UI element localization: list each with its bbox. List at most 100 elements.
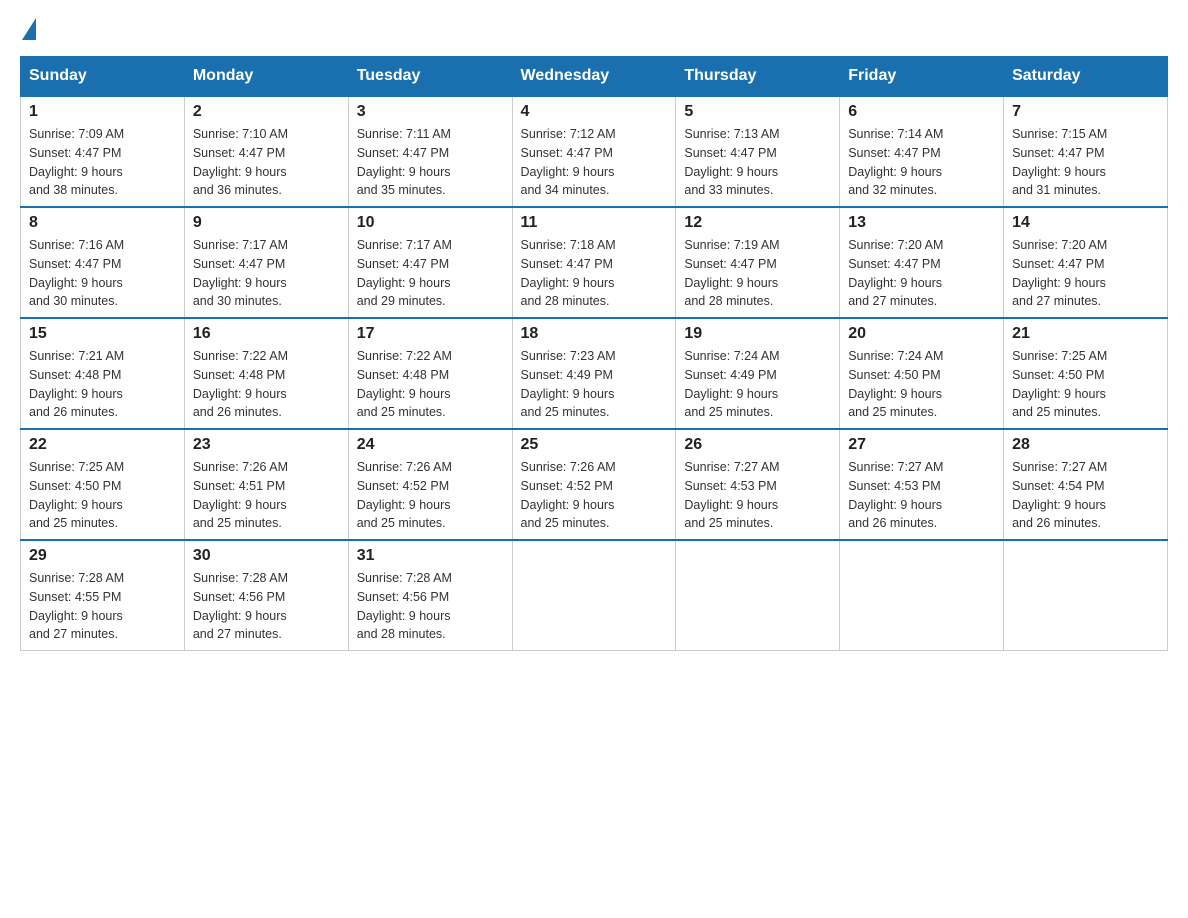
calendar-cell: 11 Sunrise: 7:18 AMSunset: 4:47 PMDayligh… [512,207,676,318]
day-number: 18 [521,325,668,343]
calendar-cell: 3 Sunrise: 7:11 AMSunset: 4:47 PMDaylight… [348,96,512,207]
day-info: Sunrise: 7:09 AMSunset: 4:47 PMDaylight:… [29,125,176,200]
day-info: Sunrise: 7:27 AMSunset: 4:54 PMDaylight:… [1012,458,1159,533]
calendar-cell: 21 Sunrise: 7:25 AMSunset: 4:50 PMDayligh… [1004,318,1168,429]
day-info: Sunrise: 7:22 AMSunset: 4:48 PMDaylight:… [193,347,340,422]
calendar-cell: 4 Sunrise: 7:12 AMSunset: 4:47 PMDaylight… [512,96,676,207]
day-number: 15 [29,325,176,343]
calendar-cell [512,540,676,651]
day-number: 17 [357,325,504,343]
calendar-cell: 26Sunrise: 7:27 AMSunset: 4:53 PMDayligh… [676,429,840,540]
calendar-cell: 27Sunrise: 7:27 AMSunset: 4:53 PMDayligh… [840,429,1004,540]
calendar-cell: 10Sunrise: 7:17 AMSunset: 4:47 PMDayligh… [348,207,512,318]
day-number: 23 [193,436,340,454]
day-number: 14 [1012,214,1159,232]
calendar-cell: 30Sunrise: 7:28 AMSunset: 4:56 PMDayligh… [184,540,348,651]
day-info: Sunrise: 7:15 AMSunset: 4:47 PMDaylight:… [1012,125,1159,200]
calendar-week-3: 15 Sunrise: 7:21 AMSunset: 4:48 PMDayligh… [21,318,1168,429]
day-number: 16 [193,325,340,343]
day-number: 9 [193,214,340,232]
day-info: Sunrise: 7:22 AMSunset: 4:48 PMDaylight:… [357,347,504,422]
calendar-cell: 1 Sunrise: 7:09 AMSunset: 4:47 PMDaylight… [21,96,185,207]
calendar-cell: 8 Sunrise: 7:16 AMSunset: 4:47 PMDaylight… [21,207,185,318]
weekday-header-monday: Monday [184,57,348,97]
day-info: Sunrise: 7:21 AMSunset: 4:48 PMDaylight:… [29,347,176,422]
day-info: Sunrise: 7:18 AMSunset: 4:47 PMDaylight:… [521,236,668,311]
calendar-cell: 31Sunrise: 7:28 AMSunset: 4:56 PMDayligh… [348,540,512,651]
calendar-cell: 25Sunrise: 7:26 AMSunset: 4:52 PMDayligh… [512,429,676,540]
logo-triangle-icon [22,18,36,40]
calendar-cell [1004,540,1168,651]
day-number: 1 [29,103,176,121]
calendar-cell: 19Sunrise: 7:24 AMSunset: 4:49 PMDayligh… [676,318,840,429]
day-info: Sunrise: 7:20 AMSunset: 4:47 PMDaylight:… [1012,236,1159,311]
weekday-header-friday: Friday [840,57,1004,97]
day-info: Sunrise: 7:23 AMSunset: 4:49 PMDaylight:… [521,347,668,422]
calendar-cell: 29 Sunrise: 7:28 AMSunset: 4:55 PMDayligh… [21,540,185,651]
calendar-cell: 17 Sunrise: 7:22 AMSunset: 4:48 PMDayligh… [348,318,512,429]
calendar-cell: 20 Sunrise: 7:24 AMSunset: 4:50 PMDayligh… [840,318,1004,429]
day-number: 22 [29,436,176,454]
calendar-cell: 7 Sunrise: 7:15 AMSunset: 4:47 PMDaylight… [1004,96,1168,207]
day-number: 28 [1012,436,1159,454]
calendar-header-row: SundayMondayTuesdayWednesdayThursdayFrid… [21,57,1168,97]
calendar-cell: 24 Sunrise: 7:26 AMSunset: 4:52 PMDayligh… [348,429,512,540]
day-info: Sunrise: 7:17 AMSunset: 4:47 PMDaylight:… [357,236,504,311]
day-info: Sunrise: 7:20 AMSunset: 4:47 PMDaylight:… [848,236,995,311]
calendar-cell: 23Sunrise: 7:26 AMSunset: 4:51 PMDayligh… [184,429,348,540]
weekday-header-tuesday: Tuesday [348,57,512,97]
logo [20,20,36,36]
weekday-header-sunday: Sunday [21,57,185,97]
day-info: Sunrise: 7:24 AMSunset: 4:50 PMDaylight:… [848,347,995,422]
day-info: Sunrise: 7:16 AMSunset: 4:47 PMDaylight:… [29,236,176,311]
logo-general [20,20,36,42]
calendar-cell: 15 Sunrise: 7:21 AMSunset: 4:48 PMDayligh… [21,318,185,429]
day-number: 12 [684,214,831,232]
day-number: 25 [521,436,668,454]
day-number: 8 [29,214,176,232]
day-info: Sunrise: 7:17 AMSunset: 4:47 PMDaylight:… [193,236,340,311]
day-number: 21 [1012,325,1159,343]
day-number: 29 [29,547,176,565]
calendar-week-5: 29 Sunrise: 7:28 AMSunset: 4:55 PMDayligh… [21,540,1168,651]
day-number: 4 [521,103,668,121]
day-info: Sunrise: 7:25 AMSunset: 4:50 PMDaylight:… [29,458,176,533]
day-number: 3 [357,103,504,121]
calendar-week-4: 22 Sunrise: 7:25 AMSunset: 4:50 PMDayligh… [21,429,1168,540]
day-number: 13 [848,214,995,232]
day-info: Sunrise: 7:25 AMSunset: 4:50 PMDaylight:… [1012,347,1159,422]
calendar-cell: 13 Sunrise: 7:20 AMSunset: 4:47 PMDayligh… [840,207,1004,318]
calendar-cell: 16 Sunrise: 7:22 AMSunset: 4:48 PMDayligh… [184,318,348,429]
calendar-week-2: 8 Sunrise: 7:16 AMSunset: 4:47 PMDaylight… [21,207,1168,318]
day-info: Sunrise: 7:10 AMSunset: 4:47 PMDaylight:… [193,125,340,200]
day-info: Sunrise: 7:19 AMSunset: 4:47 PMDaylight:… [684,236,831,311]
calendar-cell: 12 Sunrise: 7:19 AMSunset: 4:47 PMDayligh… [676,207,840,318]
day-info: Sunrise: 7:28 AMSunset: 4:55 PMDaylight:… [29,569,176,644]
calendar-cell: 28 Sunrise: 7:27 AMSunset: 4:54 PMDayligh… [1004,429,1168,540]
day-info: Sunrise: 7:14 AMSunset: 4:47 PMDaylight:… [848,125,995,200]
day-number: 24 [357,436,504,454]
day-number: 5 [684,103,831,121]
day-number: 19 [684,325,831,343]
calendar-cell: 18 Sunrise: 7:23 AMSunset: 4:49 PMDayligh… [512,318,676,429]
calendar-cell: 9 Sunrise: 7:17 AMSunset: 4:47 PMDaylight… [184,207,348,318]
day-info: Sunrise: 7:12 AMSunset: 4:47 PMDaylight:… [521,125,668,200]
day-number: 7 [1012,103,1159,121]
day-info: Sunrise: 7:27 AMSunset: 4:53 PMDaylight:… [848,458,995,533]
weekday-header-saturday: Saturday [1004,57,1168,97]
calendar-table: SundayMondayTuesdayWednesdayThursdayFrid… [20,56,1168,651]
calendar-cell [676,540,840,651]
day-number: 11 [521,214,668,232]
day-number: 31 [357,547,504,565]
calendar-cell [840,540,1004,651]
calendar-week-1: 1 Sunrise: 7:09 AMSunset: 4:47 PMDaylight… [21,96,1168,207]
weekday-header-wednesday: Wednesday [512,57,676,97]
day-number: 20 [848,325,995,343]
day-info: Sunrise: 7:13 AMSunset: 4:47 PMDaylight:… [684,125,831,200]
page-header [20,20,1168,36]
day-number: 26 [684,436,831,454]
day-info: Sunrise: 7:11 AMSunset: 4:47 PMDaylight:… [357,125,504,200]
calendar-cell: 2Sunrise: 7:10 AMSunset: 4:47 PMDaylight… [184,96,348,207]
day-info: Sunrise: 7:26 AMSunset: 4:52 PMDaylight:… [357,458,504,533]
day-info: Sunrise: 7:28 AMSunset: 4:56 PMDaylight:… [193,569,340,644]
